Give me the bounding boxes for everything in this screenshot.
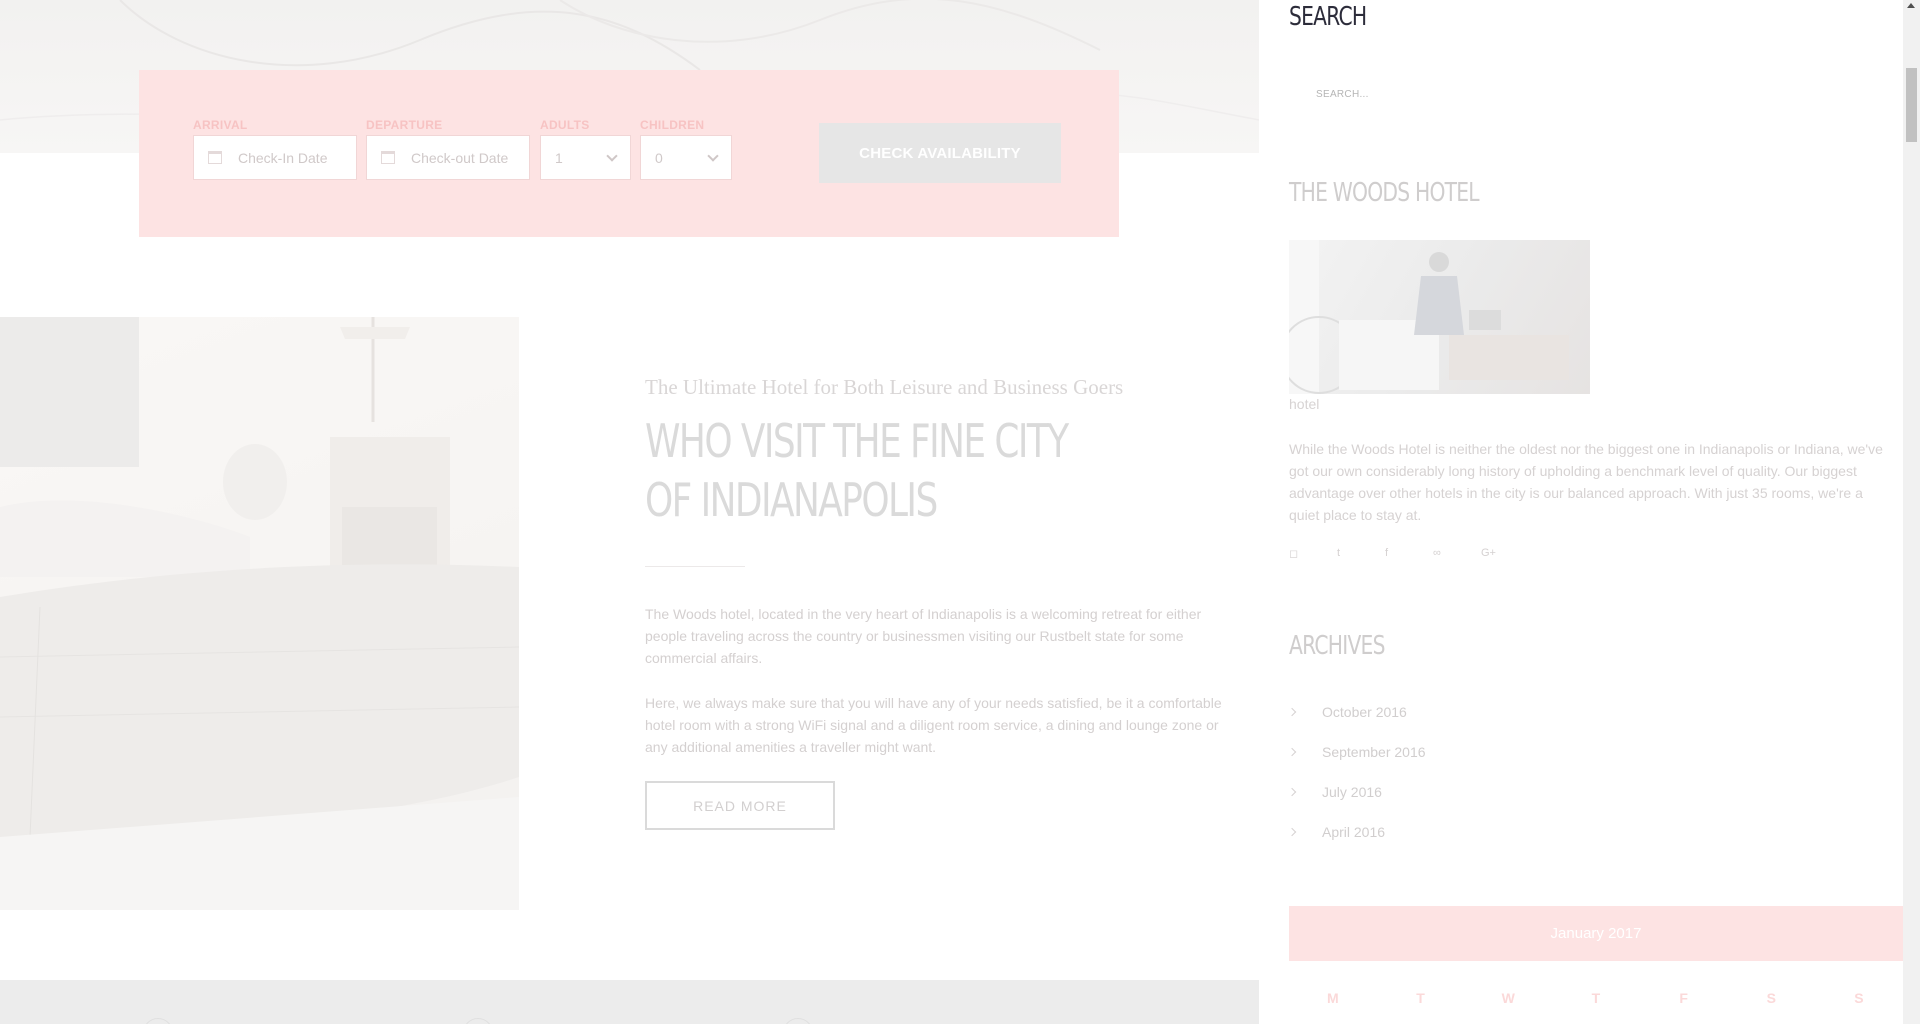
arrival-placeholder: Check-In Date xyxy=(238,149,328,166)
intro-paragraph: Here, we always make sure that you will … xyxy=(645,695,1222,755)
weekday-label: T xyxy=(1416,990,1425,1006)
social-links: ◻ t f ∞ G+ xyxy=(1289,547,1529,560)
adults-field: ADULTS 1 xyxy=(540,118,631,180)
archive-link[interactable]: July 2016 xyxy=(1287,772,1426,812)
departure-input[interactable]: Check-out Date xyxy=(366,135,530,180)
chevron-right-icon xyxy=(1287,707,1297,717)
about-widget-title: THE WOODS HOTEL xyxy=(1289,178,1480,208)
children-field: CHILDREN 0 xyxy=(640,118,732,180)
weekday-label: S xyxy=(1854,990,1864,1006)
read-more-button[interactable]: READ MORE xyxy=(645,781,835,830)
children-label: CHILDREN xyxy=(640,118,705,132)
tripadvisor-icon[interactable]: ∞ xyxy=(1433,547,1481,560)
archive-link[interactable]: April 2016 xyxy=(1287,812,1426,852)
check-availability-button[interactable]: CHECK AVAILABILITY xyxy=(819,123,1061,183)
facebook-icon[interactable]: f xyxy=(1385,547,1433,560)
twitter-icon[interactable]: t xyxy=(1337,547,1385,560)
chevron-right-icon xyxy=(1287,827,1297,837)
intro-paragraph: The Woods hotel, located in the very hea… xyxy=(645,606,1202,666)
calendar-icon xyxy=(208,151,222,164)
archive-link[interactable]: October 2016 xyxy=(1287,692,1426,732)
search-placeholder: SEARCH... xyxy=(1316,88,1369,100)
weekday-label: M xyxy=(1327,990,1339,1006)
archive-label: October 2016 xyxy=(1322,704,1407,720)
feature-icon xyxy=(143,1018,173,1024)
children-select[interactable]: 0 xyxy=(640,135,732,180)
arrival-label: ARRIVAL xyxy=(193,118,248,132)
chevron-down-icon xyxy=(707,149,719,162)
archive-label: July 2016 xyxy=(1322,784,1382,800)
intro-section: The Ultimate Hotel for Both Leisure and … xyxy=(645,375,1225,830)
about-text: While the Woods Hotel is neither the old… xyxy=(1289,441,1883,523)
instagram-icon[interactable]: ◻ xyxy=(1289,547,1337,560)
weekday-label: F xyxy=(1679,990,1688,1006)
archive-label: April 2016 xyxy=(1322,824,1386,840)
chevron-right-icon xyxy=(1287,747,1297,757)
children-value: 0 xyxy=(655,149,663,166)
about-image xyxy=(1289,240,1590,394)
intro-subtitle: The Ultimate Hotel for Both Leisure and … xyxy=(645,375,1124,399)
departure-placeholder: Check-out Date xyxy=(411,149,509,166)
main-content: ARRIVAL Check-In Date DEPARTURE Check-ou… xyxy=(0,0,1259,1024)
search-input[interactable]: SEARCH... xyxy=(1289,75,1901,113)
features-band xyxy=(0,980,1259,1024)
adults-value: 1 xyxy=(555,149,563,166)
calendar-month: January 2017 xyxy=(1289,906,1903,961)
calendar-weekdays: M T W T F S S xyxy=(1289,990,1903,1006)
room-image xyxy=(0,317,519,910)
archives-widget-title: ARCHIVES xyxy=(1289,631,1385,661)
google-plus-icon[interactable]: G+ xyxy=(1481,547,1529,560)
intro-title: WHO VISIT THE FINE CITY OF INDIANAPOLIS xyxy=(645,414,1069,527)
booking-form: ARRIVAL Check-In Date DEPARTURE Check-ou… xyxy=(139,70,1119,237)
weekday-label: S xyxy=(1766,990,1776,1006)
weekday-label: T xyxy=(1591,990,1601,1006)
sidebar: SEARCH SEARCH... THE WOODS HOTEL hotel W… xyxy=(1259,0,1903,1024)
divider xyxy=(645,566,745,567)
chevron-down-icon xyxy=(606,149,618,162)
adults-select[interactable]: 1 xyxy=(540,135,631,180)
arrival-input[interactable]: Check-In Date xyxy=(193,135,357,180)
calendar-icon xyxy=(381,151,395,164)
adults-label: ADULTS xyxy=(540,118,590,132)
feature-icon xyxy=(783,1018,813,1024)
scrollbar-thumb[interactable] xyxy=(1906,68,1917,142)
intro-title-wrap: WHO VISIT THE FINE CITY OF INDIANAPOLIS xyxy=(645,412,1225,530)
departure-label: DEPARTURE xyxy=(366,118,443,132)
chevron-right-icon xyxy=(1287,787,1297,797)
archives-list: October 2016 September 2016 July 2016 Ap… xyxy=(1287,692,1426,852)
scroll-up-arrow-icon[interactable] xyxy=(1907,3,1915,8)
feature-icon xyxy=(463,1018,493,1024)
scrollbar[interactable] xyxy=(1903,0,1920,1024)
departure-field: DEPARTURE Check-out Date xyxy=(366,118,530,180)
about-image-caption: hotel xyxy=(1289,396,1320,412)
archive-label: September 2016 xyxy=(1322,744,1426,760)
arrival-field: ARRIVAL Check-In Date xyxy=(193,118,357,180)
archive-link[interactable]: September 2016 xyxy=(1287,732,1426,772)
weekday-label: W xyxy=(1501,990,1515,1006)
search-widget-title: SEARCH xyxy=(1289,2,1367,32)
